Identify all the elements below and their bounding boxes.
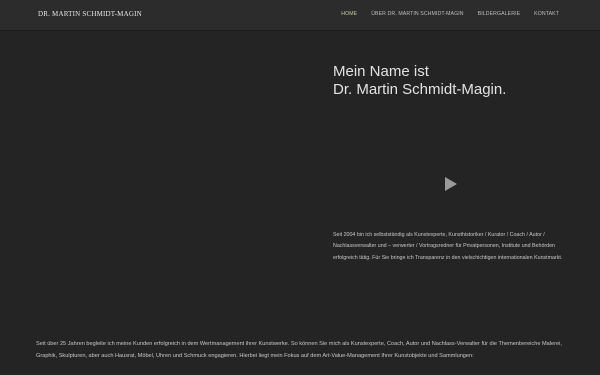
nav-item-contact[interactable]: KONTAKT bbox=[534, 11, 559, 17]
header-bar: DR. MARTIN SCHMIDT-MAGIN HOME ÜBER DR. M… bbox=[0, 0, 600, 31]
nav-item-about[interactable]: ÜBER DR. MARTIN SCHMIDT-MAGIN bbox=[371, 11, 463, 17]
hero-title-line2: Dr. Martin Schmidt-Magin. bbox=[333, 81, 507, 98]
main-nav: HOME ÜBER DR. MARTIN SCHMIDT-MAGIN BILDE… bbox=[341, 11, 559, 17]
hero-title: Mein Name ist Dr. Martin Schmidt-Magin. bbox=[333, 63, 506, 99]
play-icon[interactable] bbox=[445, 177, 457, 191]
nav-item-home[interactable]: HOME bbox=[341, 11, 357, 17]
intro-text: Seit 2004 bin ich selbstständig als Kuns… bbox=[333, 232, 563, 261]
body-text: Seit über 25 Jahren begleite ich meine K… bbox=[36, 341, 562, 359]
nav-item-gallery[interactable]: BILDERGALERIE bbox=[478, 11, 521, 17]
site-logo[interactable]: DR. MARTIN SCHMIDT-MAGIN bbox=[38, 10, 142, 18]
hero-title-line1: Mein Name ist bbox=[333, 63, 429, 80]
